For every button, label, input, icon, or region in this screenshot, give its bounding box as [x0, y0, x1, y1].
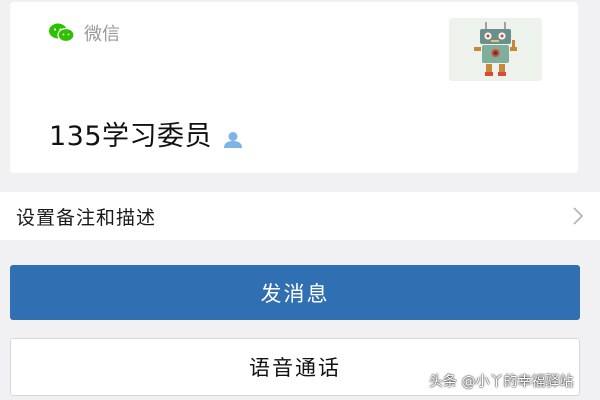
- watermark: 头条 @小丫的幸福驿站: [429, 374, 574, 390]
- set-remarks-label: 设置备注和描述: [16, 206, 157, 229]
- profile-card: 微信 135学习委员: [10, 2, 578, 173]
- set-remarks-row[interactable]: 设置备注和描述: [0, 192, 600, 240]
- contact-name-text: 135学习委员: [49, 121, 213, 152]
- person-icon: [222, 125, 244, 148]
- contact-profile-page: 微信 135学习委员 设置备注和描述 发消息 语音通话 头条 @小丫的幸福驿站: [0, 0, 600, 400]
- wechat-icon: [48, 22, 76, 44]
- wechat-label-text: 微信: [84, 24, 120, 45]
- wechat-source-label: 微信: [48, 20, 120, 46]
- contact-name: 135学习委员: [49, 114, 244, 153]
- chevron-right-icon: [572, 206, 584, 226]
- robot-avatar-icon: [474, 22, 517, 76]
- avatar[interactable]: [449, 18, 542, 81]
- send-message-button[interactable]: 发消息: [10, 265, 580, 320]
